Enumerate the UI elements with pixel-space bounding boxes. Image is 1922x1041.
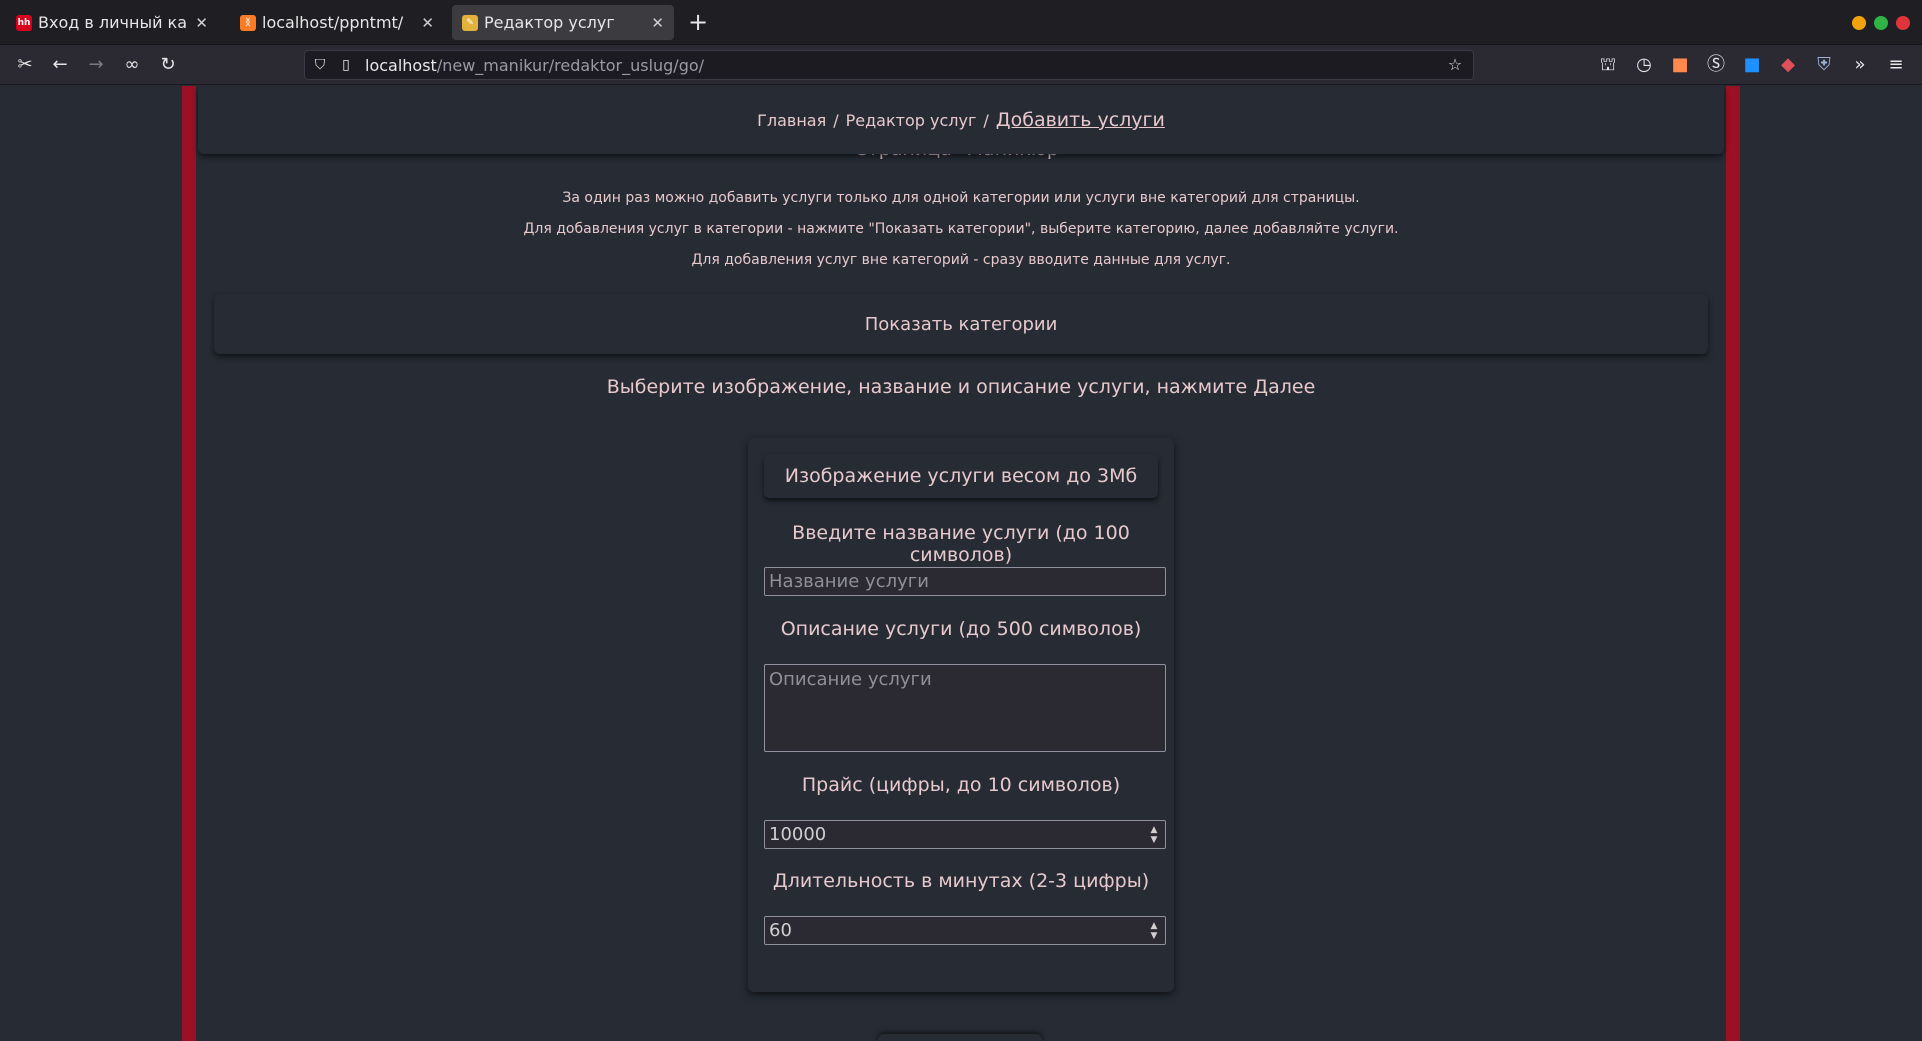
shield-extension-icon[interactable]: ⛨ [1812, 53, 1836, 77]
tab-ppntmt[interactable]: ᛝ localhost/ppntmt/ ✕ [230, 5, 444, 40]
extension-skype-icon[interactable]: ■ [1740, 53, 1764, 77]
breadcrumb-current[interactable]: Добавить услуги [996, 109, 1165, 131]
extension-s-icon[interactable]: Ⓢ [1704, 53, 1728, 77]
pocket-icon[interactable]: ⛫ [1596, 53, 1620, 77]
service-description-textarea[interactable] [764, 664, 1166, 752]
close-icon[interactable]: ✕ [651, 14, 664, 32]
url-host: localhost [365, 55, 437, 75]
tab-login[interactable]: hh Вход в личный кабинет ✕ [6, 5, 218, 40]
navigation-toolbar: ✂ ← → ∞ ↻ ⛉ ▯ localhost/new_manikur/reda… [0, 45, 1922, 85]
breadcrumb-home[interactable]: Главная [757, 111, 826, 130]
url-path: /new_manikur/redaktor_uslug/go/ [436, 55, 705, 75]
window-controls [1852, 16, 1910, 30]
address-bar[interactable]: ⛉ ▯ localhost/new_manikur/redaktor_uslug… [304, 50, 1474, 80]
tab-title: localhost/ppntmt/ [262, 13, 404, 32]
description-label: Описание услуги (до 500 символов) [780, 618, 1142, 640]
tracking-protection-icon[interactable]: ✂ [13, 53, 37, 77]
hh-favicon-icon: hh [16, 14, 32, 31]
image-upload-button[interactable]: Изображение услуги весом до 3Мб [764, 454, 1158, 498]
spinner-arrows-icon[interactable]: ▲ ▼ [1149, 922, 1159, 941]
add-service-form: Изображение услуги весом до 3Мб Введите … [748, 438, 1174, 992]
close-icon[interactable]: ✕ [421, 14, 434, 32]
brush-favicon-icon: ✎ [462, 14, 478, 31]
duration-label: Длительность в минутах (2-3 цифры) [772, 870, 1150, 892]
info-line: За один раз можно добавить услуги только… [562, 190, 1360, 206]
page-viewport: Страница "Маникюр" Главная / Редактор ус… [0, 86, 1922, 1041]
duration-number-input[interactable]: 60 ▲ ▼ [764, 916, 1166, 945]
hamburger-menu-icon[interactable]: ≡ [1884, 53, 1908, 77]
breadcrumb: Главная / Редактор услуг / Добавить услу… [198, 86, 1724, 154]
new-tab-button[interactable]: + [688, 8, 708, 36]
service-name-field[interactable] [764, 567, 1166, 596]
bookmark-star-icon[interactable]: ☆ [1443, 53, 1467, 77]
close-icon[interactable]: ✕ [195, 14, 208, 32]
service-name-input[interactable] [769, 571, 1161, 592]
maximize-button[interactable] [1874, 16, 1888, 30]
tab-title: Редактор услуг [484, 13, 615, 32]
instruction-text: Выберите изображение, название и описани… [606, 376, 1316, 398]
reload-icon[interactable]: ↻ [156, 53, 180, 77]
eraser-icon[interactable]: ◆ [1776, 53, 1800, 77]
private-mask-icon[interactable]: ∞ [120, 53, 144, 77]
shield-icon[interactable]: ⛉ [311, 53, 329, 77]
tab-title: Вход в личный кабинет [38, 13, 188, 32]
forward-arrow-icon[interactable]: → [84, 53, 108, 77]
next-button-partial[interactable] [878, 1034, 1042, 1041]
breadcrumb-separator: / [833, 110, 839, 130]
show-categories-button[interactable]: Показать категории [214, 294, 1708, 354]
close-window-button[interactable] [1896, 16, 1910, 30]
duration-value: 60 [769, 920, 792, 941]
url-text[interactable]: localhost/new_manikur/redaktor_uslug/go/ [365, 56, 704, 75]
history-clock-icon[interactable]: ◷ [1632, 53, 1656, 77]
breadcrumb-editor[interactable]: Редактор услуг [846, 111, 977, 130]
price-number-input[interactable]: 10000 ▲ ▼ [764, 820, 1166, 849]
tab-strip: hh Вход в личный кабинет ✕ ᛝ localhost/p… [0, 0, 1922, 45]
price-value: 10000 [769, 824, 827, 845]
info-line: Для добавления услуг в категории - нажми… [523, 221, 1399, 237]
breadcrumb-separator: / [983, 110, 989, 130]
back-arrow-icon[interactable]: ← [48, 53, 72, 77]
price-label: Прайс (цифры, до 10 символов) [801, 774, 1121, 796]
extension-bag-icon[interactable]: ■ [1668, 53, 1692, 77]
spinner-arrows-icon[interactable]: ▲ ▼ [1149, 826, 1159, 845]
minimize-button[interactable] [1852, 16, 1866, 30]
page-icon: ▯ [342, 57, 350, 73]
overflow-chevrons-icon[interactable]: » [1848, 53, 1872, 77]
xampp-favicon-icon: ᛝ [240, 14, 256, 31]
tab-service-editor[interactable]: ✎ Редактор услуг ✕ [452, 5, 674, 40]
name-label: Введите название услуги (до 100 символов… [792, 522, 1130, 566]
info-line: Для добавления услуг вне категорий - сра… [691, 252, 1231, 268]
